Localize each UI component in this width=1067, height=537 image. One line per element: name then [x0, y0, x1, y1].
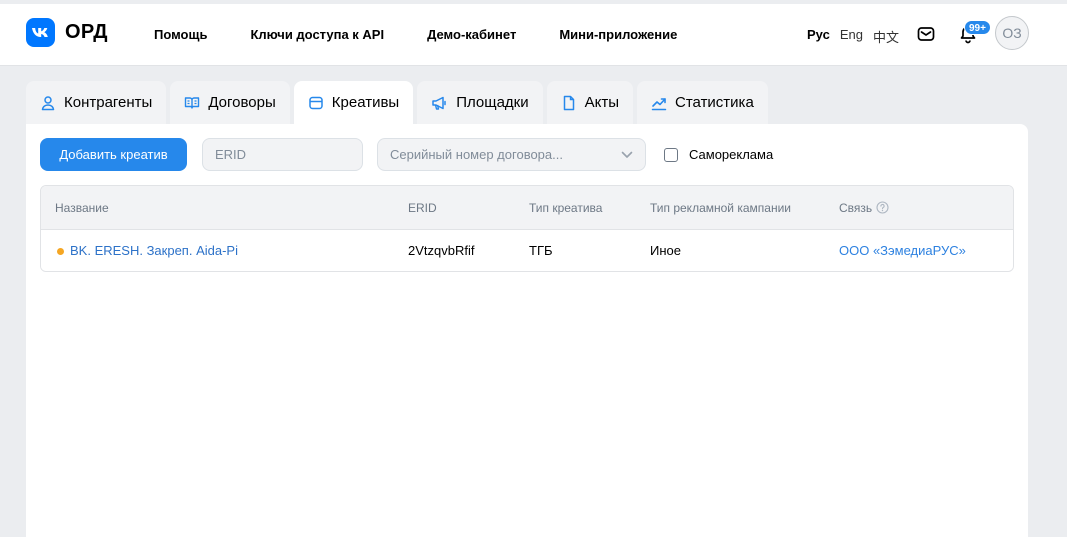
avatar[interactable]: ОЗ	[995, 16, 1029, 50]
lang-zh[interactable]: 中文	[873, 27, 899, 46]
tab-label: Статистика	[675, 94, 754, 111]
checkbox-box[interactable]	[664, 147, 678, 162]
counterparty-link[interactable]: ООО «ЗэмедиаРУС»	[839, 243, 966, 258]
megaphone-icon	[432, 96, 446, 110]
tab-statistics[interactable]: Статистика	[637, 81, 768, 124]
column-header-campaign-type[interactable]: Тип рекламной кампании	[650, 201, 791, 215]
table-row[interactable]: BK. ERESH. Закреп. Aida-Pi 2VtzqvbRfif Т…	[41, 230, 1013, 271]
tab-label: Акты	[584, 94, 620, 111]
contract-select-placeholder: Серийный номер договора...	[390, 147, 563, 162]
status-dot	[57, 248, 64, 255]
mail-icon[interactable]	[917, 26, 935, 42]
lang-en[interactable]: Eng	[840, 27, 863, 46]
user-icon	[41, 95, 55, 110]
column-header-creative-type[interactable]: Тип креатива	[529, 201, 602, 215]
vk-logo-icon	[26, 18, 55, 47]
self-ad-checkbox[interactable]: Самореклама	[664, 147, 773, 162]
creative-card-icon	[309, 96, 323, 109]
chart-icon	[651, 97, 667, 110]
column-header-name[interactable]: Название	[55, 201, 109, 215]
self-ad-label: Самореклама	[689, 147, 774, 162]
tab-creatives[interactable]: Креативы	[293, 81, 414, 124]
column-header-link-label: Связь	[839, 201, 873, 215]
campaign-type: Иное	[650, 243, 681, 258]
creative-type: ТГБ	[529, 243, 553, 258]
creative-name-link[interactable]: BK. ERESH. Закреп. Aida-Pi	[70, 243, 238, 258]
document-icon	[563, 95, 574, 110]
notification-badge: 99+	[964, 20, 991, 35]
tab-label: Договоры	[208, 94, 276, 111]
nav-help[interactable]: Помощь	[154, 27, 207, 42]
logo[interactable]: ОРД	[26, 18, 108, 47]
add-creative-button[interactable]: Добавить креатив	[40, 138, 187, 171]
app-header: ОРД Помощь Ключи доступа к API Демо-каби…	[0, 4, 1067, 66]
book-icon	[185, 96, 200, 109]
chevron-down-icon	[621, 151, 633, 158]
section-tabs: Контрагенты Договоры Креативы Площадки А…	[26, 81, 772, 124]
erid-input[interactable]	[202, 138, 363, 171]
language-switcher: Рус Eng 中文	[807, 27, 899, 46]
tab-label: Контрагенты	[64, 94, 153, 111]
tab-platforms[interactable]: Площадки	[417, 81, 543, 124]
tab-label: Площадки	[456, 94, 529, 111]
tab-counterparties[interactable]: Контрагенты	[26, 81, 167, 124]
tab-acts[interactable]: Акты	[546, 81, 634, 124]
creative-erid: 2VtzqvbRfif	[408, 243, 475, 258]
contract-number-select[interactable]: Серийный номер договора...	[377, 138, 646, 171]
column-header-link[interactable]: Связь	[839, 201, 889, 215]
tab-label: Креативы	[331, 94, 400, 111]
brand-name: ОРД	[65, 21, 108, 43]
help-icon[interactable]	[876, 201, 889, 214]
lang-ru[interactable]: Рус	[807, 27, 830, 46]
tab-contracts[interactable]: Договоры	[170, 81, 290, 124]
table-header: Название ERID Тип креатива Тип рекламной…	[41, 186, 1013, 230]
creatives-table: Название ERID Тип креатива Тип рекламной…	[40, 185, 1014, 272]
nav-api-keys[interactable]: Ключи доступа к API	[250, 27, 384, 42]
main-nav: Помощь Ключи доступа к API Демо-кабинет …	[154, 27, 677, 42]
nav-mini-app[interactable]: Мини-приложение	[559, 27, 677, 42]
creatives-panel: Добавить креатив Серийный номер договора…	[26, 124, 1028, 537]
nav-demo-cabinet[interactable]: Демо-кабинет	[427, 27, 516, 42]
column-header-erid[interactable]: ERID	[408, 201, 437, 215]
